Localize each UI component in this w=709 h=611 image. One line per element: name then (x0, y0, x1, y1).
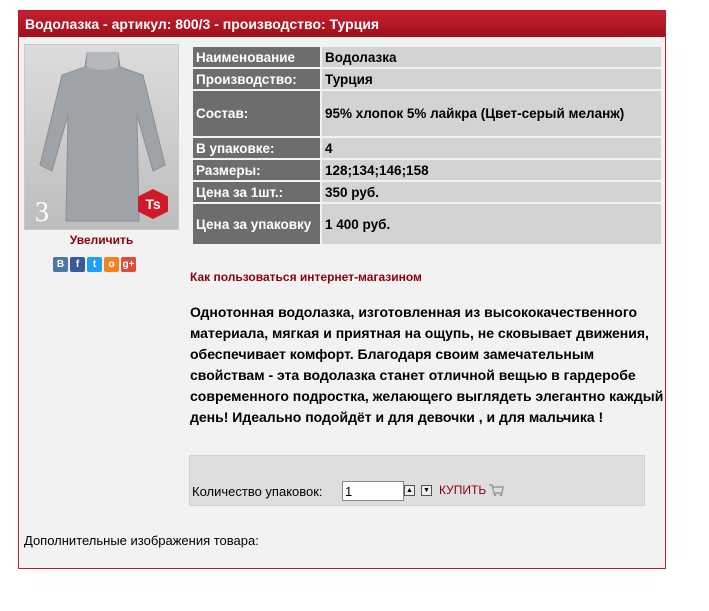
quantity-up-icon[interactable]: ▲ (404, 485, 415, 496)
facebook-icon[interactable]: f (70, 257, 85, 272)
spec-row: Размеры: 128;134;146;158 (193, 160, 661, 180)
cart-icon (489, 484, 505, 497)
spec-row: Цена за упаковку 1 400 руб. (193, 204, 661, 244)
spec-row: Наименование Водолазка (193, 47, 661, 67)
spec-key: Цена за упаковку (193, 204, 320, 244)
spec-row: Производство: Турция (193, 69, 661, 89)
product-image[interactable]: 3 Ts (24, 44, 179, 230)
image-number: 3 (35, 197, 49, 228)
spec-key: Производство: (193, 69, 320, 89)
spec-key: Наименование (193, 47, 320, 67)
buy-label: КУПИТЬ (439, 483, 487, 497)
spec-row: В упаковке: 4 (193, 138, 661, 158)
spec-row: Цена за 1шт.: 350 руб. (193, 182, 661, 202)
google-plus-icon[interactable]: g+ (121, 257, 136, 272)
spec-value: Турция (322, 69, 661, 89)
product-description: Однотонная водолазка, изготовленная из в… (190, 304, 664, 425)
howto-link[interactable]: Как пользоваться интернет-магазином (190, 270, 422, 284)
buy-button[interactable]: КУПИТЬ (439, 483, 505, 497)
order-box: Количество упаковок: ▲ ▼ КУПИТЬ (189, 455, 645, 506)
spec-value: 350 руб. (322, 182, 661, 202)
spec-value: 128;134;146;158 (322, 160, 661, 180)
spec-key: Размеры: (193, 160, 320, 180)
quantity-input[interactable] (342, 481, 404, 501)
vk-icon[interactable]: В (53, 257, 68, 272)
odnoklassniki-icon[interactable]: о (104, 257, 119, 272)
quantity-label: Количество упаковок: (192, 484, 323, 499)
spec-value: 1 400 руб. (322, 204, 661, 244)
spec-key: В упаковке: (193, 138, 320, 158)
additional-images-label: Дополнительные изображения товара: (24, 533, 259, 548)
twitter-icon[interactable]: t (87, 257, 102, 272)
spec-row: Состав: 95% хлопок 5% лайкра (Цвет-серый … (193, 91, 661, 136)
zoom-link[interactable]: Увеличить (24, 233, 179, 247)
product-panel: Водолазка - артикул: 800/3 - производств… (18, 10, 666, 569)
social-share-bar: Вf t о g+ (53, 257, 136, 272)
specs-table: Наименование Водолазка Производство: Турция… (191, 45, 663, 246)
product-title: Водолазка - артикул: 800/3 - производств… (19, 11, 665, 37)
spec-key: Состав: (193, 91, 320, 136)
spec-value: Водолазка (322, 47, 661, 67)
quantity-down-icon[interactable]: ▼ (421, 485, 432, 496)
spec-key: Цена за 1шт.: (193, 182, 320, 202)
spec-value: 95% хлопок 5% лайкра (Цвет-серый меланж) (322, 91, 661, 136)
spec-value: 4 (322, 138, 661, 158)
